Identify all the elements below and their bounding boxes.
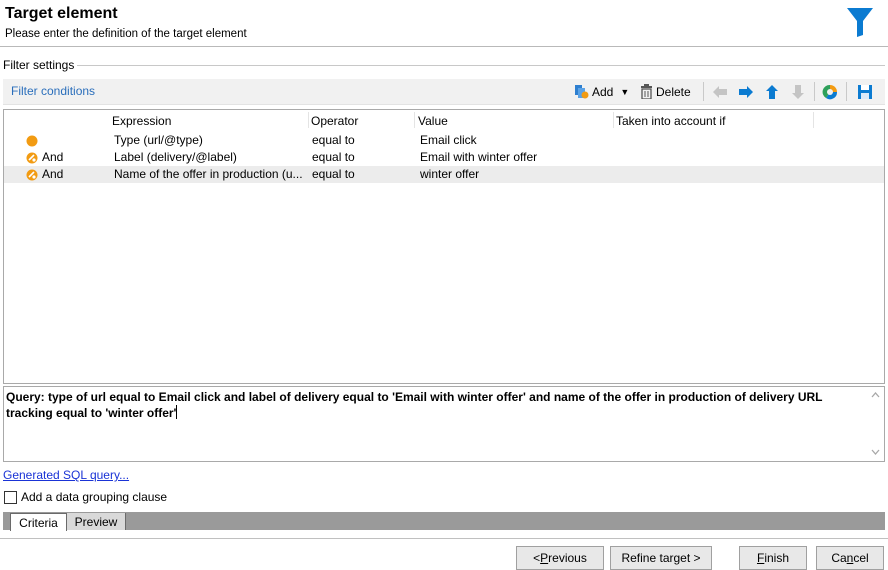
column-header-value[interactable]: Value xyxy=(418,114,448,128)
row-expression: Name of the offer in production (u... xyxy=(114,167,303,181)
previous-label-rest: revious xyxy=(548,551,587,565)
filter-settings-divider xyxy=(77,65,885,66)
finish-button[interactable]: Finish xyxy=(739,546,807,570)
chevron-down-icon[interactable]: ▼ xyxy=(620,87,629,97)
column-header-expression[interactable]: Expression xyxy=(112,114,171,128)
column-divider xyxy=(414,112,415,128)
query-textarea[interactable]: Query: type of url equal to Email click … xyxy=(3,386,885,462)
filter-toolbar: Filter conditions Add ▼ Delete xyxy=(3,79,885,105)
checkbox-box[interactable] xyxy=(4,490,17,504)
column-divider xyxy=(813,112,814,128)
delete-label: Delete xyxy=(656,84,691,99)
previous-label-prefix: < xyxy=(533,551,541,565)
delete-button[interactable]: Delete xyxy=(640,82,691,101)
tab-bar: Criteria Preview xyxy=(3,512,885,531)
add-button[interactable]: Add ▼ xyxy=(574,82,629,101)
refine-target-label: Refine target > xyxy=(621,551,701,565)
cancel-button[interactable]: Ca n cel xyxy=(816,546,884,570)
row-expression: Label (delivery/@label) xyxy=(114,150,237,164)
tab-criteria[interactable]: Criteria xyxy=(10,513,67,531)
condition-dot-icon xyxy=(26,135,38,147)
toolbar-separator xyxy=(703,82,704,101)
save-icon[interactable] xyxy=(856,82,874,101)
filter-funnel-icon xyxy=(847,8,873,37)
arrow-left-icon[interactable] xyxy=(711,82,729,101)
arrow-right-icon[interactable] xyxy=(737,82,755,101)
cancel-label-prefix: Ca xyxy=(831,551,847,565)
generated-sql-query-link[interactable]: Generated SQL query... xyxy=(3,468,129,482)
table-row[interactable]: And Name of the offer in production (u..… xyxy=(4,166,884,183)
arrow-up-icon[interactable] xyxy=(763,82,781,101)
column-divider xyxy=(308,112,309,128)
data-grouping-label: Add a data grouping clause xyxy=(21,490,168,504)
conditions-grid: Expression Operator Value Taken into acc… xyxy=(3,109,885,384)
finish-label-rest: inish xyxy=(764,551,790,565)
row-connector: And xyxy=(42,150,64,164)
and-condition-icon xyxy=(26,152,38,164)
row-value: winter offer xyxy=(420,167,480,181)
tab-preview[interactable]: Preview xyxy=(67,513,126,530)
page-title: Target element xyxy=(5,5,118,22)
header-divider xyxy=(0,46,888,47)
table-row[interactable]: And Label (delivery/@label) equal to Ema… xyxy=(4,149,884,166)
data-grouping-checkbox[interactable]: Add a data grouping clause xyxy=(4,490,167,504)
filter-conditions-link[interactable]: Filter conditions xyxy=(11,84,95,98)
finish-label-mnemonic: F xyxy=(756,551,765,565)
refine-target-button[interactable]: Refine target > xyxy=(610,546,712,570)
previous-button[interactable]: < Previous xyxy=(516,546,604,570)
toolbar-separator xyxy=(846,82,847,101)
column-header-taken-into-account[interactable]: Taken into account if xyxy=(616,114,725,128)
row-value: Email with winter offer xyxy=(420,150,538,164)
column-header-operator[interactable]: Operator xyxy=(311,114,358,128)
row-expression: Type (url/@type) xyxy=(114,133,203,147)
cancel-label-rest: cel xyxy=(853,551,869,565)
cancel-label-mnemonic: n xyxy=(846,551,854,565)
text-caret xyxy=(176,405,178,419)
row-value: Email click xyxy=(420,133,477,147)
table-row[interactable]: Type (url/@type) equal to Email click xyxy=(4,132,884,149)
distribution-icon[interactable] xyxy=(821,82,839,101)
previous-label-mnemonic: P xyxy=(540,551,549,565)
row-operator: equal to xyxy=(312,150,355,164)
row-operator: equal to xyxy=(312,167,355,181)
column-divider xyxy=(613,112,614,128)
footer-divider xyxy=(0,538,888,539)
add-condition-icon xyxy=(575,85,589,99)
toolbar-separator xyxy=(814,82,815,101)
row-operator: equal to xyxy=(312,133,355,147)
trash-icon xyxy=(641,84,652,99)
query-text-value: Query: type of url equal to Email click … xyxy=(6,390,823,420)
query-text: Query: type of url equal to Email click … xyxy=(6,390,854,421)
add-label: Add xyxy=(592,84,614,99)
row-connector: And xyxy=(42,167,64,181)
filter-settings-label: Filter settings xyxy=(3,58,75,72)
arrow-down-icon[interactable] xyxy=(789,82,807,101)
query-scrollbar[interactable] xyxy=(867,387,884,461)
page-subtitle: Please enter the definition of the targe… xyxy=(5,28,247,40)
and-condition-icon xyxy=(26,169,38,181)
